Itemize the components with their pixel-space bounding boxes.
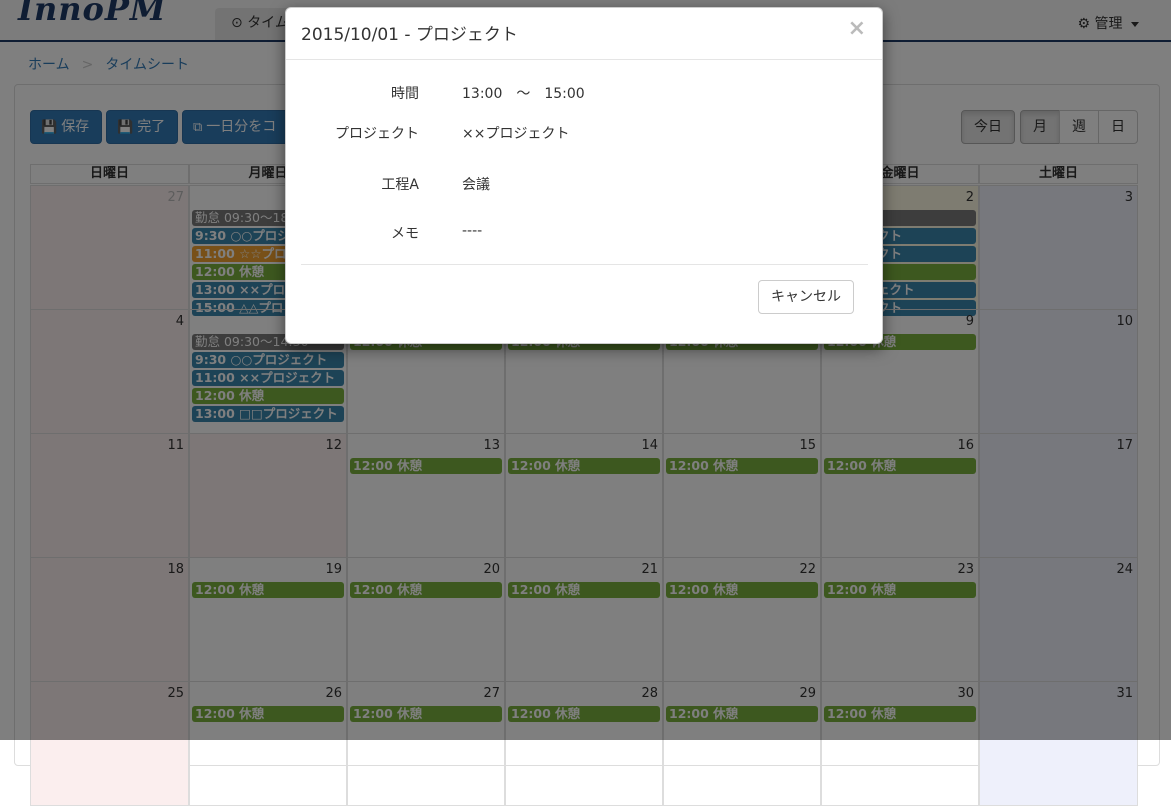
modal-header-divider	[286, 59, 882, 60]
modal-footer-divider	[301, 264, 868, 265]
project-label: プロジェクト	[335, 126, 419, 142]
process-label: 工程A	[381, 177, 419, 193]
memo-value: ----	[462, 223, 483, 239]
event-detail-modal: 2015/10/01 - プロジェクト × 時間 13:00 ～ 15:00 プ…	[285, 7, 883, 344]
process-value: 会議	[462, 177, 490, 193]
time-label: 時間	[391, 86, 419, 102]
cancel-button[interactable]: キャンセル	[758, 280, 854, 314]
memo-label: メモ	[391, 226, 419, 242]
time-value: 13:00 ～ 15:00	[462, 86, 585, 102]
project-value: ××プロジェクト	[462, 126, 570, 142]
modal-title: 2015/10/01 - プロジェクト	[301, 25, 518, 45]
close-icon[interactable]: ×	[848, 16, 866, 41]
